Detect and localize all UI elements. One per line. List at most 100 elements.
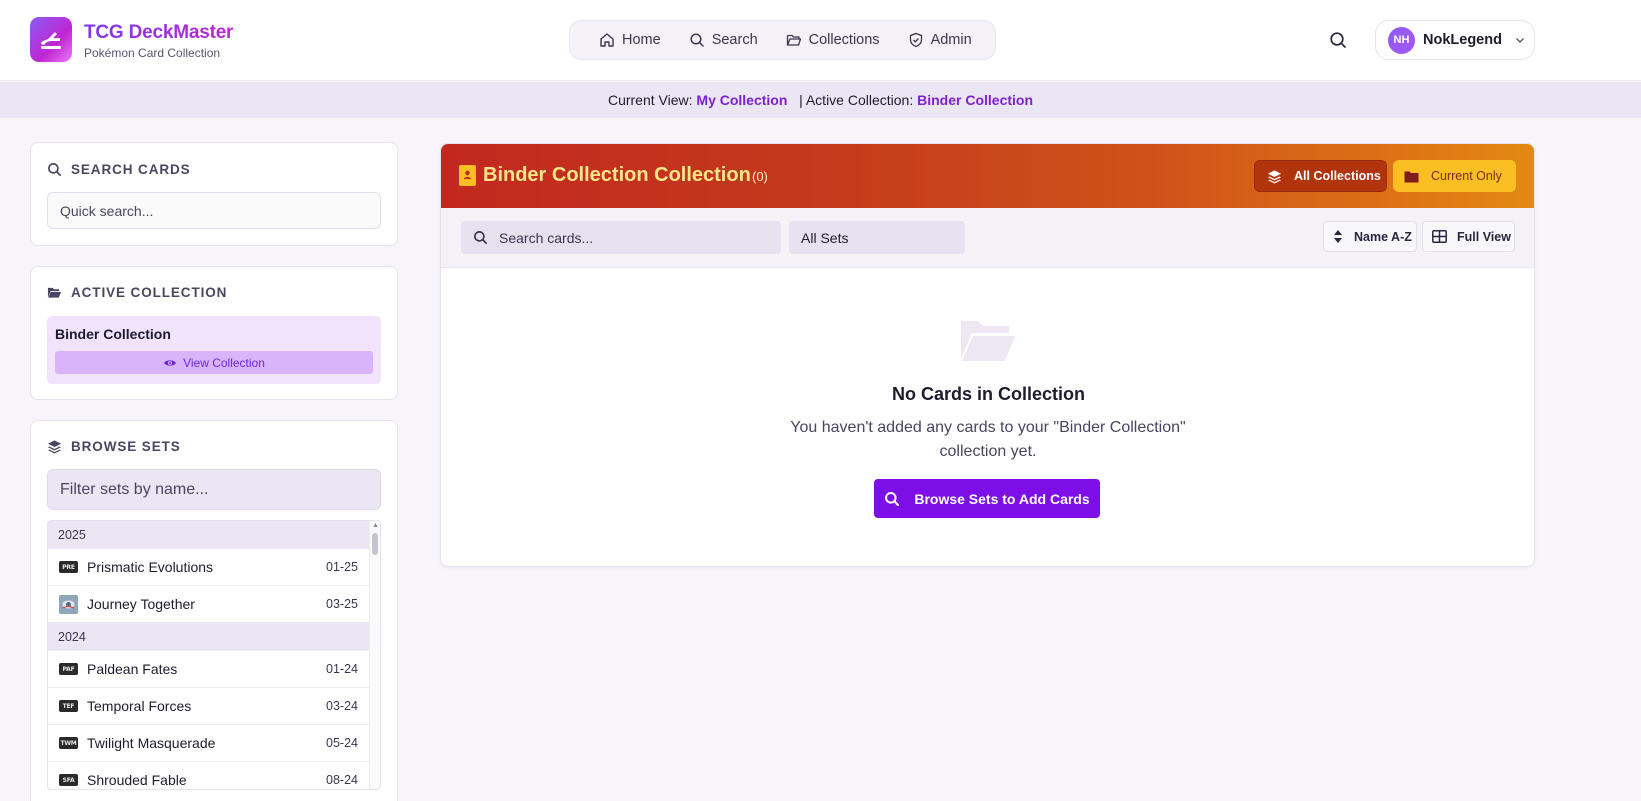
set-name: Paldean Fates — [87, 661, 178, 677]
avatar: NH — [1388, 26, 1415, 54]
set-item-journey-together[interactable]: Journey Together 03-25 — [48, 586, 370, 623]
collection-toolbar: All Sets Name A-Z Full View — [441, 208, 1534, 268]
folder-icon — [1404, 171, 1419, 182]
set-symbol-icon: TWM — [59, 737, 78, 749]
nav-admin-label: Admin — [930, 32, 972, 48]
active-collection-title: ACTIVE COLLECTION — [47, 285, 227, 300]
status-bar: Current View: My Collection | Active Col… — [0, 82, 1641, 118]
main-nav: Home Search Collections Admin — [569, 20, 996, 60]
grid-icon — [1432, 230, 1447, 243]
set-item-twilight-masquerade[interactable]: TWM Twilight Masquerade 05-24 — [48, 725, 370, 762]
year-header: 2025 — [48, 521, 370, 549]
sort-icon — [1334, 230, 1342, 243]
sets-filter-select[interactable]: All Sets — [789, 221, 965, 254]
view-mode-button[interactable]: Full View — [1422, 221, 1515, 252]
set-date: 03-25 — [326, 597, 358, 611]
nav-home-label: Home — [622, 32, 661, 48]
quick-search-input[interactable] — [47, 192, 381, 229]
empty-folder-icon — [959, 317, 1017, 368]
scroll-thumb[interactable] — [372, 533, 378, 555]
browse-sets-title: BROWSE SETS — [47, 439, 181, 454]
all-collections-button[interactable]: All Collections — [1254, 160, 1387, 192]
user-menu[interactable]: NH NokLegend — [1375, 20, 1535, 60]
empty-state-description: You haven't added any cards to your "Bin… — [790, 419, 1186, 460]
set-date: 08-24 — [326, 773, 358, 787]
search-icon — [885, 491, 900, 506]
search-icon — [690, 33, 704, 47]
search-icon — [474, 231, 487, 244]
chevron-down-icon — [1515, 38, 1524, 43]
logo-icon — [41, 31, 61, 49]
sets-scrollbar[interactable]: ▲ — [369, 521, 380, 789]
sets-list[interactable]: 2025 PRE Prismatic Evolutions 01-25 Jour… — [47, 520, 381, 790]
folder-open-icon — [47, 287, 62, 298]
current-only-button[interactable]: Current Only — [1393, 160, 1516, 192]
nav-collections[interactable]: Collections — [775, 24, 891, 56]
folder-open-icon — [786, 34, 801, 46]
set-item-paldean-fates[interactable]: PAF Paldean Fates 01-24 — [48, 651, 370, 688]
active-collection-title-text: ACTIVE COLLECTION — [71, 285, 228, 300]
set-symbol-icon — [59, 594, 78, 614]
all-collections-label: All Collections — [1294, 169, 1381, 183]
set-item-prismatic-evolutions[interactable]: PRE Prismatic Evolutions 01-25 — [48, 549, 370, 586]
set-symbol-icon: SFA — [59, 774, 78, 786]
search-icon — [1330, 32, 1346, 48]
set-name: Temporal Forces — [87, 698, 192, 714]
filter-sets-input[interactable] — [47, 469, 381, 510]
nav-admin[interactable]: Admin — [897, 24, 983, 56]
scroll-up-icon[interactable]: ▲ — [372, 522, 379, 529]
card-search-input[interactable] — [499, 229, 769, 246]
user-name: NokLegend — [1423, 32, 1502, 48]
view-collection-label: View Collection — [183, 355, 265, 370]
active-collection-panel: ACTIVE COLLECTION Binder Collection View… — [30, 266, 398, 400]
home-icon — [600, 33, 614, 47]
active-collection-value[interactable]: Binder Collection — [917, 92, 1033, 108]
current-view-label: Current View: — [607, 92, 693, 108]
search-icon — [48, 163, 61, 176]
active-collection-name: Binder Collection — [55, 326, 171, 342]
collection-count: (0) — [752, 169, 768, 184]
top-header: TCG DeckMaster Pokémon Card Collection H… — [0, 0, 1641, 81]
set-symbol-icon: PAF — [59, 663, 78, 675]
app-logo[interactable] — [30, 17, 72, 62]
set-date: 01-24 — [326, 662, 358, 676]
current-view-value[interactable]: My Collection — [696, 92, 787, 108]
browse-sets-button[interactable]: Browse Sets to Add Cards — [874, 479, 1100, 518]
collection-panel: Binder Collection Collection (0) All Col… — [440, 143, 1535, 567]
nav-search[interactable]: Search — [678, 24, 769, 56]
set-date: 05-24 — [326, 736, 358, 750]
search-cards-title-text: SEARCH CARDS — [71, 162, 191, 177]
nav-search-label: Search — [711, 32, 758, 48]
eye-icon — [164, 359, 177, 366]
search-cards-panel: SEARCH CARDS — [30, 142, 398, 246]
shield-check-icon — [909, 32, 922, 48]
sort-button[interactable]: Name A-Z — [1323, 221, 1417, 252]
brand-title: TCG DeckMaster — [84, 22, 234, 43]
set-name: Twilight Masquerade — [87, 735, 216, 751]
set-item-shrouded-fable[interactable]: SFA Shrouded Fable 08-24 — [48, 762, 370, 789]
collection-title: Binder Collection Collection — [483, 164, 751, 186]
browse-sets-title-text: BROWSE SETS — [71, 439, 181, 454]
card-search-box[interactable] — [461, 221, 781, 254]
header-search-button[interactable] — [1327, 29, 1349, 51]
active-collection-label: | Active Collection: — [799, 92, 914, 108]
browse-sets-label: Browse Sets to Add Cards — [914, 490, 1090, 507]
set-date: 01-25 — [326, 560, 358, 574]
nav-home[interactable]: Home — [588, 24, 672, 56]
view-mode-label: Full View — [1457, 229, 1511, 244]
set-name: Prismatic Evolutions — [87, 559, 214, 575]
view-collection-button[interactable]: View Collection — [55, 351, 373, 374]
layers-icon — [1267, 169, 1282, 184]
set-symbol-icon: TEF — [59, 700, 78, 712]
set-symbol-icon: PRE — [59, 561, 78, 573]
active-collection-box: Binder Collection View Collection — [47, 316, 381, 384]
search-cards-title: SEARCH CARDS — [47, 162, 191, 177]
collection-header: Binder Collection Collection (0) All Col… — [441, 144, 1534, 208]
nav-collections-label: Collections — [808, 32, 880, 48]
set-date: 03-24 — [326, 699, 358, 713]
set-name: Shrouded Fable — [87, 772, 187, 788]
browse-sets-panel: BROWSE SETS 2025 PRE Prismatic Evolution… — [30, 420, 398, 801]
layers-icon — [47, 440, 62, 454]
set-item-temporal-forces[interactable]: TEF Temporal Forces 03-24 — [48, 688, 370, 725]
address-book-icon — [459, 165, 476, 186]
